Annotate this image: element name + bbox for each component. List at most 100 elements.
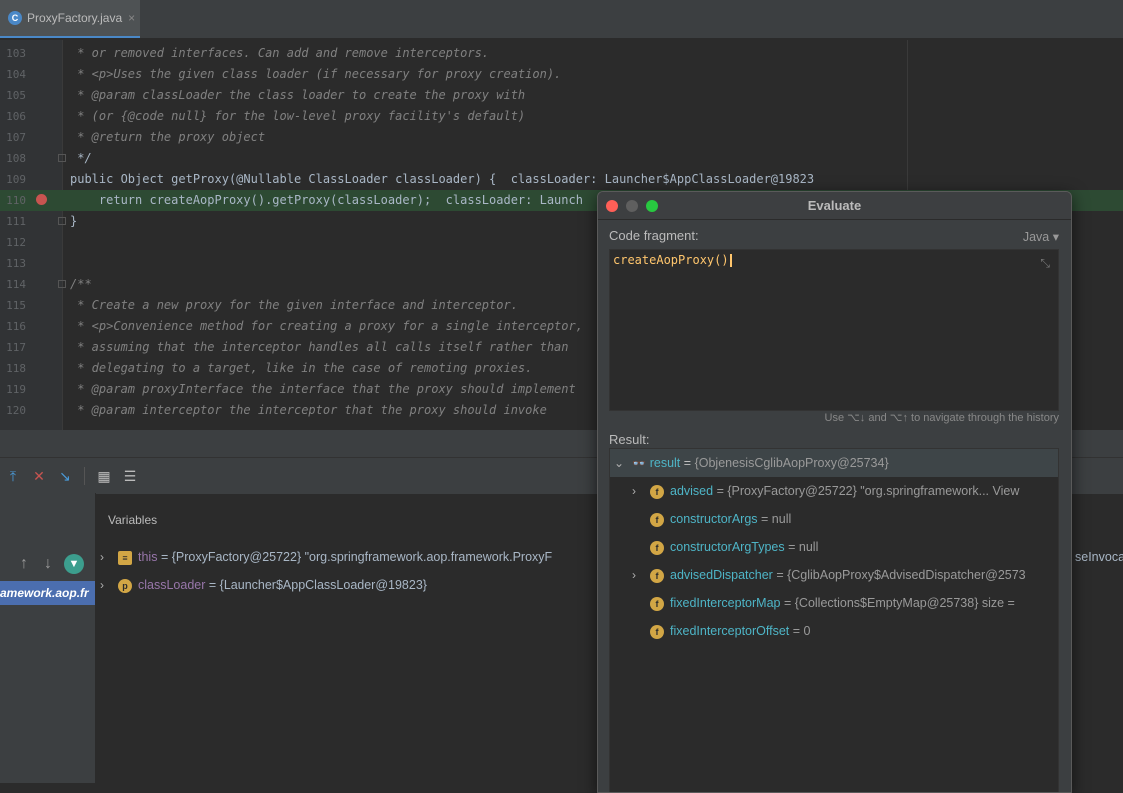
- chevron-down-icon[interactable]: ⌄: [614, 449, 628, 477]
- result-field-row[interactable]: f fixedInterceptorMap = {Collections$Empt…: [610, 589, 1058, 617]
- chevron-right-icon[interactable]: ›: [632, 477, 646, 505]
- language-value: Java: [1022, 230, 1050, 244]
- code-text: * or removed interfaces. Can add and rem…: [70, 46, 490, 60]
- history-hint: Use ⌥↓ and ⌥↑ to navigate through the hi…: [824, 412, 1059, 424]
- toolbar-divider: [84, 467, 85, 485]
- code-line[interactable]: 106 * (or {@code null} for the low-level…: [0, 106, 1123, 127]
- close-window-button[interactable]: [606, 200, 618, 212]
- code-line[interactable]: 105 * @param classLoader the class loade…: [0, 85, 1123, 106]
- chevron-right-icon[interactable]: ›: [100, 571, 114, 599]
- field-name: constructorArgTypes: [670, 540, 785, 554]
- code-fragment-label: Code fragment:: [609, 228, 699, 243]
- field-value: = null: [788, 540, 819, 554]
- code-text: * @return the proxy object: [70, 130, 266, 144]
- field-icon: ≡: [118, 550, 132, 565]
- variables-title: Variables: [108, 513, 158, 527]
- variable-row[interactable]: › ≡ this = {ProxyFactory@25722} "org.sprin…: [100, 543, 552, 571]
- maximize-window-button[interactable]: [646, 200, 658, 212]
- arrow-down-icon[interactable]: ↓: [44, 555, 52, 573]
- tab-label: ProxyFactory.java: [27, 11, 123, 25]
- result-field-row[interactable]: › f advisedDispatcher = {CglibAopProxy$Adv…: [610, 561, 1058, 589]
- code-fragment-input[interactable]: createAopProxy() ⤡: [609, 249, 1059, 411]
- fold-icon[interactable]: [58, 280, 66, 288]
- chevron-right-icon[interactable]: ›: [100, 543, 114, 571]
- result-field-row[interactable]: f constructorArgTypes = null: [610, 533, 1058, 561]
- arrow-up-icon[interactable]: ↑: [20, 555, 28, 573]
- tab-proxyfactory[interactable]: C ProxyFactory.java ×: [0, 0, 140, 38]
- variable-row[interactable]: › p classLoader = {Launcher$AppClassLoader…: [100, 571, 427, 599]
- breakpoint-icon[interactable]: [36, 194, 47, 205]
- code-text: * @param interceptor the interceptor tha…: [70, 403, 547, 417]
- line-number: 117: [6, 341, 26, 354]
- fold-icon[interactable]: [58, 217, 66, 225]
- watch-icon: 👓: [632, 458, 646, 470]
- field-value: = {ProxyFactory@25722} "org.springframew…: [716, 484, 1020, 498]
- field-name: constructorArgs: [670, 512, 758, 526]
- code-text: public Object getProxy(@Nullable ClassLo…: [70, 172, 815, 186]
- line-number: 106: [6, 110, 26, 123]
- field-name: fixedInterceptorOffset: [670, 624, 790, 638]
- line-number: 119: [6, 383, 26, 396]
- code-line[interactable]: 108 */: [0, 148, 1123, 169]
- code-text: * assuming that the interceptor handles …: [70, 340, 569, 354]
- line-number: 120: [6, 404, 26, 417]
- line-number: 112: [6, 236, 26, 249]
- code-text: * @param classLoader the class loader to…: [70, 88, 526, 102]
- class-icon: C: [8, 11, 22, 25]
- evaluate-dialog: Evaluate Code fragment: Java ▾ createAop…: [597, 191, 1072, 793]
- field-icon: f: [650, 512, 664, 527]
- line-number: 108: [6, 152, 26, 165]
- result-field-row[interactable]: f constructorArgs = null: [610, 505, 1058, 533]
- code-text: * delegating to a target, like in the ca…: [70, 361, 533, 375]
- line-number: 110: [6, 194, 26, 207]
- field-name: advisedDispatcher: [670, 568, 773, 582]
- line-number: 107: [6, 131, 26, 144]
- dialog-title: Evaluate: [598, 192, 1071, 220]
- field-icon: f: [650, 540, 664, 555]
- code-line[interactable]: 109 public Object getProxy(@Nullable Clas…: [0, 169, 1123, 190]
- code-line[interactable]: 104 * <p>Uses the given class loader (if…: [0, 64, 1123, 85]
- result-field-row[interactable]: f fixedInterceptorOffset = 0: [610, 617, 1058, 645]
- result-value: {ObjenesisCglibAopProxy@25734}: [694, 456, 889, 470]
- field-value: = {Collections$EmptyMap@25738} size =: [783, 596, 1015, 610]
- close-icon[interactable]: ×: [128, 11, 135, 25]
- caret-down-icon: ▾: [1049, 230, 1059, 244]
- code-text: * <p>Uses the given class loader (if nec…: [70, 67, 562, 81]
- language-select[interactable]: Java ▾: [1023, 229, 1059, 244]
- result-field-row[interactable]: › f advised = {ProxyFactory@25722} "org.sp…: [610, 477, 1058, 505]
- line-number: 105: [6, 89, 26, 102]
- line-number: 103: [6, 47, 26, 60]
- selected-frame[interactable]: amework.aop.fr: [0, 581, 95, 605]
- frames-nav: ↑ ↓ ▼: [0, 549, 95, 579]
- fold-icon[interactable]: [58, 154, 66, 162]
- filter-icon[interactable]: ▼: [64, 554, 84, 574]
- line-number: 114: [6, 278, 26, 291]
- drop-frame-icon[interactable]: ✕: [26, 463, 52, 489]
- line-number: 116: [6, 320, 26, 333]
- code-text: return createAopProxy().getProxy(classLo…: [70, 193, 583, 207]
- code-line[interactable]: 103 * or removed interfaces. Can add and…: [0, 43, 1123, 64]
- editor-tab-bar: C ProxyFactory.java ×: [0, 0, 1123, 39]
- variable-name: this: [138, 550, 158, 564]
- chevron-right-icon[interactable]: ›: [632, 561, 646, 589]
- field-name: fixedInterceptorMap: [670, 596, 781, 610]
- field-value: = 0: [792, 624, 811, 638]
- trace-icon[interactable]: ☰: [117, 463, 143, 489]
- field-icon: f: [650, 484, 664, 499]
- step-out-icon[interactable]: ⤒: [0, 463, 26, 489]
- field-name: advised: [670, 484, 714, 498]
- line-number: 118: [6, 362, 26, 375]
- code-text: * (or {@code null} for the low-level pro…: [70, 109, 526, 123]
- variable-value: = {ProxyFactory@25722} "org.springframew…: [160, 550, 553, 564]
- result-root-row[interactable]: ⌄ 👓 result = {ObjenesisCglibAopProxy@25734…: [610, 449, 1058, 477]
- field-icon: f: [650, 568, 664, 583]
- result-name: result: [649, 456, 681, 470]
- run-to-cursor-icon[interactable]: ↘: [52, 463, 78, 489]
- evaluate-expression-icon[interactable]: ▦: [91, 463, 117, 489]
- code-text: createAopProxy(): [613, 253, 729, 267]
- minimize-window-button[interactable]: [626, 200, 638, 212]
- result-tree[interactable]: ⌄ 👓 result = {ObjenesisCglibAopProxy@25734…: [609, 448, 1059, 792]
- collapse-icon[interactable]: ⤡: [1040, 256, 1050, 271]
- overflow-text: seInvoca: [1075, 550, 1123, 564]
- code-line[interactable]: 107 * @return the proxy object: [0, 127, 1123, 148]
